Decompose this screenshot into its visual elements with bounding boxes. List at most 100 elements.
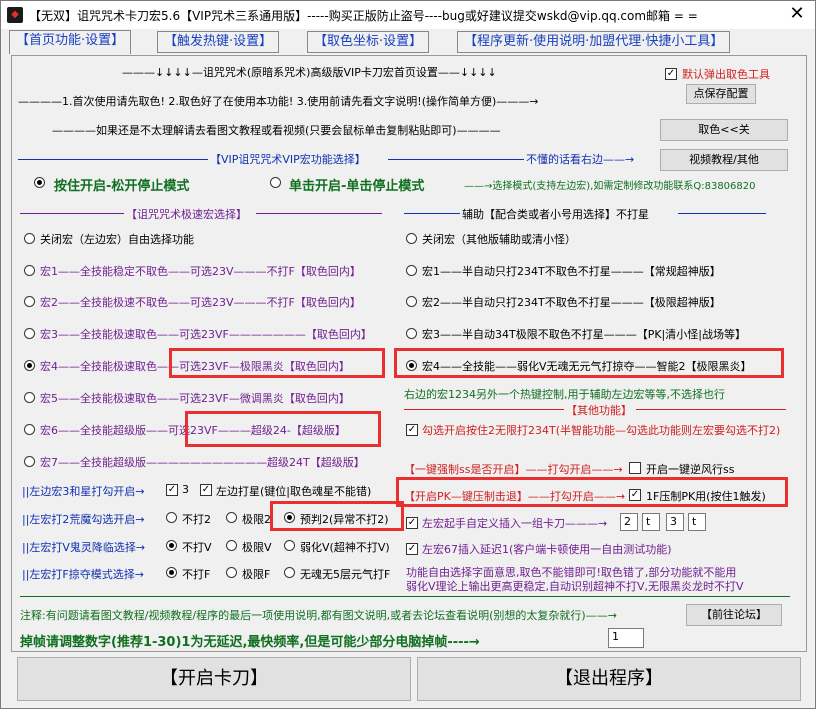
left-macro-7-radio[interactable] [24,456,35,467]
oneclick-ss-cb-label: 开启一键逆风行ss [646,463,735,476]
highlight-box [394,348,784,378]
app-icon: ◆ [7,7,23,23]
option-3-label: 3 [182,483,189,496]
custom-insert-checkbox[interactable]: ✓ [406,517,418,529]
no-soul-f-radio[interactable] [284,567,295,578]
left-macro-5-label: 宏5——全技能极速取色——可选23VF—微调黑炎【取色回内】 [40,392,350,405]
divider [388,159,524,160]
left-star-checkbox[interactable]: ✓ [200,484,212,496]
custom-key-3-input[interactable]: 3 [666,513,684,531]
auto-popup-label: 默认弹出取色工具 [682,68,770,81]
start-button[interactable]: 【开启卡刀】 [17,657,411,701]
hold-2-infinite-checkbox[interactable]: ✓ [406,424,418,436]
tab-strip: 【首页功能·设置】 【触发热键·设置】 【取色坐标·设置】 【程序更新·使用说明… [7,30,809,55]
other-functions-title: 【其他功能】 [566,404,632,417]
footer-note: 注释:有问题请看图文教程/视频教程/程序的最后一项使用说明,都有图文说明,或者去… [20,609,617,622]
left-macro-4-radio[interactable] [24,360,35,371]
oneclick-ss-label: 【一键强制ss是否开启】——打勾开启——→ [404,463,623,476]
right-macro-1-radio[interactable] [406,265,417,276]
left-macro-3-radio[interactable] [24,328,35,339]
divider [20,213,124,214]
limit-2-radio[interactable] [226,512,237,523]
limit-v-label: 极限V [242,541,272,554]
title-bar: ◆ 【无双】诅咒咒术卡刀宏5.6【VIP咒术三系通用版】-----购买正版防止盗… [1,1,815,29]
tab-home[interactable]: 【首页功能·设置】 [9,30,132,54]
hold-2-infinite-label: 勾选开启按住2无限打234T(半智能功能—勾选此功能则左宏要勾选不打2) [422,424,781,437]
left-macro-5-radio[interactable] [24,392,35,403]
header-line-3: ————如果还是不太理解请去看图文教程或看视频(只要会鼠标单击复制粘贴即可)——… [52,124,501,137]
left-star-label: 左边打星(键位|取色魂星不能错) [216,485,372,498]
left-macro-3-label: 宏3——全技能极速取色——可选23VF———————【取色回内】 [40,328,372,341]
hold-mode-radio[interactable] [34,177,45,188]
divider [404,409,564,410]
no-2-radio[interactable] [166,512,177,523]
highlight-box [169,348,385,378]
limit-f-label: 极限F [242,568,271,581]
forum-button[interactable]: 【前往论坛】 [686,604,782,626]
right-macro-off-label: 关闭宏（其他版辅助或清小怪） [422,233,576,246]
divider [636,409,786,410]
right-macro-2-label: 宏2——半自动只打234T不取色不打星———【极限超神版】 [422,296,721,309]
hold-mode-label: 按住开启-松开停止模式 [54,179,190,194]
auto-popup-checkbox[interactable]: ✓ [665,68,677,80]
weaken-v-label: 弱化V(超神不打V) [300,541,390,554]
divider [678,213,766,214]
no-v-label: 不打V [182,541,212,554]
divider [20,596,790,597]
tab-color-coords[interactable]: 【取色坐标·设置】 [307,31,430,53]
window-title: 【无双】诅咒咒术卡刀宏5.6【VIP咒术三系通用版】-----购买正版防止盗号-… [29,9,698,23]
option-row-4-label: ||左宏打F掠夺模式选择→ [22,568,144,581]
close-button[interactable]: ✕ [783,3,811,25]
limit-f-radio[interactable] [226,567,237,578]
left-macro-2-radio[interactable] [24,296,35,307]
right-macro-off-radio[interactable] [406,233,417,244]
header-line-4: 【VIP诅咒咒术VIP宏功能选择】 [210,153,366,166]
divider [18,159,208,160]
weaken-v-radio[interactable] [284,540,295,551]
no-f-label: 不打F [182,568,211,581]
highlight-box [396,477,788,507]
click-mode-radio[interactable] [270,177,281,188]
option-3-checkbox[interactable]: ✓ [166,484,178,496]
no-soul-f-label: 无魂无5层元气打F [300,568,391,581]
left-macro-6-radio[interactable] [24,424,35,435]
exit-button[interactable]: 【退出程序】 [417,657,801,701]
divider [256,213,382,214]
save-config-button[interactable]: 点保存配置 [686,84,756,104]
left-macro-7-label: 宏7——全技能超级版———————————超级24T【超级版】 [40,456,365,469]
video-tutorial-button[interactable]: 视频教程/其他 [660,149,788,171]
header-line-2: ————1.首次使用请先取色! 2.取色好了在使用本功能! 3.使用前请先看文字… [18,95,539,108]
limit-2-label: 极限2 [242,513,271,526]
left-macro-off-radio[interactable] [24,233,35,244]
highlight-box [185,411,381,447]
custom-key-4-input[interactable]: t [688,513,706,531]
limit-v-radio[interactable] [226,540,237,551]
explain-line-2: 弱化V理论上输出更高更稳定,自动识别超神不打V,无限黑炎龙时不打V [406,580,744,593]
frame-delay-input[interactable]: 1 [608,628,644,648]
tab-hotkeys[interactable]: 【触发热键·设置】 [157,31,280,53]
pick-color-button[interactable]: 取色<<关 [660,119,788,141]
oneclick-ss-checkbox[interactable] [629,462,641,474]
custom-key-2-input[interactable]: t [642,513,660,531]
right-macro-1-label: 宏1——半自动只打234T不取色不打星———【常规超神版】 [422,265,721,278]
no-f-radio[interactable] [166,567,177,578]
option-row-1-label: ||左边宏3和星打勾开启→ [22,485,145,498]
tab-updates[interactable]: 【程序更新·使用说明·加盟代理·快捷小工具】 [457,31,731,53]
left-macro-1-label: 宏1——全技能稳定不取色——可选23V———不打F【取色回内】 [40,265,361,278]
option-row-2-label: ||左宏打2荒魔勾选开启→ [22,513,145,526]
left-macro-1-radio[interactable] [24,265,35,276]
mode-note: ——→选择模式(支持左边宏),如需定制修改功能联系Q:83806820 [464,181,756,192]
right-group-note: 右边的宏1234另外一个热键控制,用于辅助左边宏等等,不选择也行 [404,388,725,401]
right-macro-3-radio[interactable] [406,328,417,339]
highlight-box [270,501,404,531]
custom-key-1-input[interactable]: 2 [620,513,638,531]
option-row-3-label: ||左宏打V鬼灵降临选择→ [22,541,146,554]
left-macro-off-label: 关闭宏（左边宏）自由选择功能 [40,233,194,246]
right-macro-3-label: 宏3——半自动34T极限不取色不打星———【PK|清小怪|战场等】 [422,328,746,341]
left-macro-2-label: 宏2——全技能极速不取色——可选23V———不打F【取色回内】 [40,296,361,309]
right-macro-2-radio[interactable] [406,296,417,307]
no-2-label: 不打2 [182,513,211,526]
no-v-radio[interactable] [166,540,177,551]
click-mode-label: 单击开启-单击停止模式 [289,179,425,194]
delay-67-checkbox[interactable]: ✓ [406,543,418,555]
